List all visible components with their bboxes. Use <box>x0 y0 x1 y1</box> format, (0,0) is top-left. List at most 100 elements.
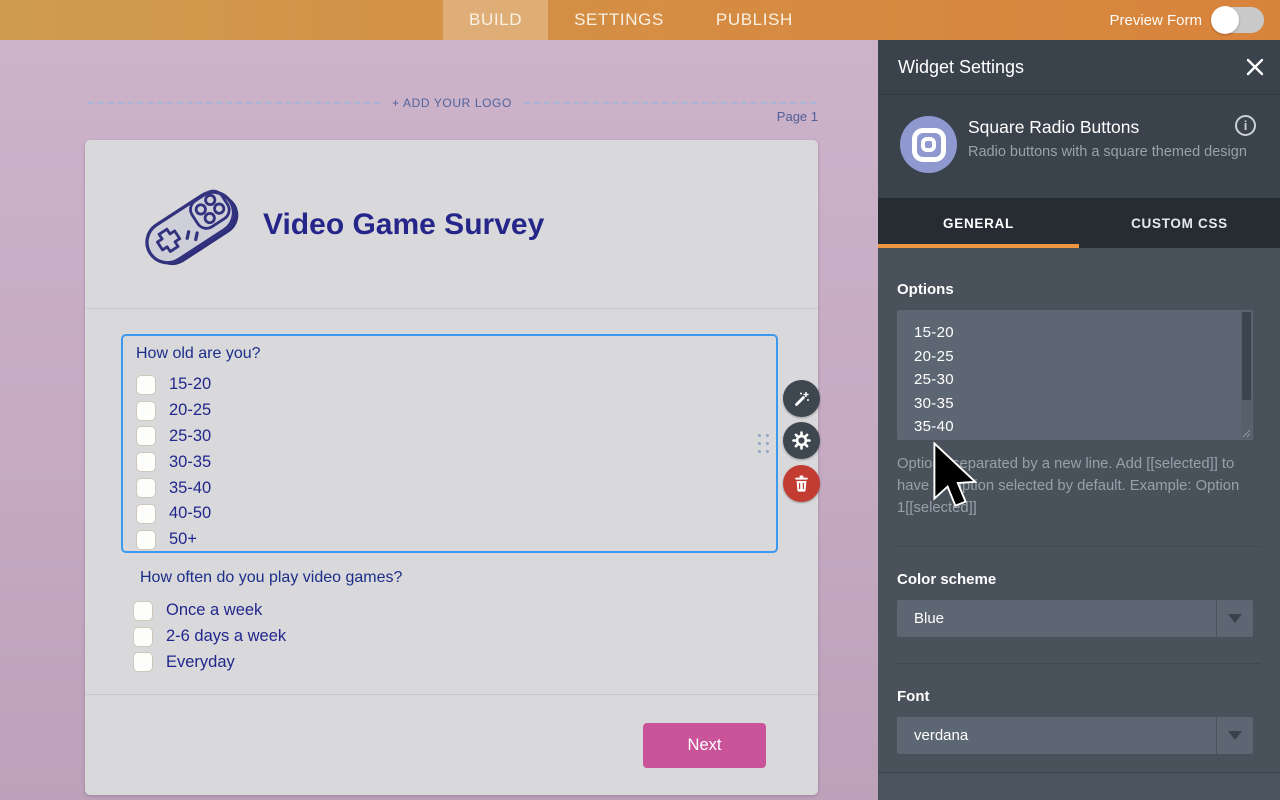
widget-settings-panel: Widget Settings Square Radio Buttons Rad… <box>878 40 1280 800</box>
add-logo-row: + ADD YOUR LOGO <box>88 96 816 110</box>
next-button[interactable]: Next <box>643 723 766 768</box>
checkbox[interactable] <box>136 478 156 498</box>
tab-custom-css[interactable]: CUSTOM CSS <box>1079 198 1280 248</box>
option-row: 30-35 <box>136 449 776 475</box>
option-line: 20-25 <box>914 345 1253 369</box>
widget-info-section: Square Radio Buttons Radio buttons with … <box>878 95 1280 198</box>
preview-form-control: Preview Form <box>1109 0 1264 40</box>
color-scheme-select[interactable]: Blue <box>897 600 1253 637</box>
resize-grip-icon[interactable] <box>1241 428 1251 438</box>
delete-question-button[interactable] <box>783 465 820 502</box>
checkbox[interactable] <box>133 601 153 621</box>
checkbox[interactable] <box>136 426 156 446</box>
option-label: Once a week <box>166 601 262 620</box>
option-label: Everyday <box>166 653 235 672</box>
color-scheme-label: Color scheme <box>897 571 1261 588</box>
options-label: Options <box>897 281 1261 298</box>
options-section: Options 15-20 20-25 25-30 30-35 35-40 Op… <box>897 248 1261 547</box>
panel-bottom-strip <box>878 772 1280 800</box>
color-scheme-section: Color scheme Blue <box>897 547 1261 664</box>
checkbox[interactable] <box>136 375 156 395</box>
info-icon[interactable]: i <box>1235 115 1256 136</box>
form-body-section: How old are you? 15-20 20-25 25-30 <box>85 308 818 694</box>
option-label: 30-35 <box>169 453 211 472</box>
close-icon[interactable] <box>1244 56 1266 78</box>
option-row: 50+ <box>136 527 776 553</box>
option-row: Once a week <box>133 598 402 624</box>
top-tabs: BUILD SETTINGS PUBLISH <box>443 0 819 40</box>
option-label: 2-6 days a week <box>166 627 286 646</box>
panel-header: Widget Settings <box>878 40 1280 95</box>
tab-settings[interactable]: SETTINGS <box>548 0 690 40</box>
drag-handle[interactable] <box>758 434 771 455</box>
option-label: 20-25 <box>169 401 211 420</box>
option-label: 35-40 <box>169 479 211 498</box>
font-label: Font <box>897 688 1261 705</box>
option-list: 15-20 20-25 25-30 30-35 <box>136 372 776 553</box>
panel-title: Widget Settings <box>898 57 1024 78</box>
question-frequency[interactable]: How often do you play video games? Once … <box>133 569 402 675</box>
option-row: 2-6 days a week <box>133 624 402 650</box>
add-logo-button[interactable]: + ADD YOUR LOGO <box>380 96 524 110</box>
form-canvas: + ADD YOUR LOGO Page 1 <box>0 40 878 800</box>
option-row: 15-20 <box>136 372 776 398</box>
active-tab-underline <box>878 244 1079 248</box>
question-label: How often do you play video games? <box>140 569 402 587</box>
option-line: 25-30 <box>914 368 1253 392</box>
magic-wand-icon <box>793 390 811 408</box>
option-line: 15-20 <box>914 321 1253 345</box>
option-label: 50+ <box>169 530 197 549</box>
font-value: verdana <box>914 727 968 744</box>
option-label: 40-50 <box>169 504 211 523</box>
preview-form-label: Preview Form <box>1109 12 1202 29</box>
checkbox[interactable] <box>136 401 156 421</box>
form-preview-card: Video Game Survey How old are you? 15-20… <box>85 140 818 795</box>
option-row: 35-40 <box>136 475 776 501</box>
question-age-selected[interactable]: How old are you? 15-20 20-25 25-30 <box>121 334 778 553</box>
form-title: Video Game Survey <box>263 208 544 242</box>
option-line: 30-35 <box>914 392 1253 416</box>
checkbox[interactable] <box>133 627 153 647</box>
checkbox[interactable] <box>136 530 156 550</box>
options-help-text: Options separated by a new line. Add [[s… <box>897 453 1257 519</box>
dropdown-arrow-box <box>1216 717 1253 754</box>
tab-publish[interactable]: PUBLISH <box>690 0 819 40</box>
form-header-section[interactable]: Video Game Survey <box>85 140 818 308</box>
game-controller-icon <box>135 178 247 274</box>
scrollbar-track[interactable] <box>1241 311 1252 439</box>
settings-gear-button[interactable] <box>783 422 820 459</box>
option-line: 35-40 <box>914 415 1253 439</box>
square-radio-widget-icon <box>900 116 957 173</box>
option-row: 20-25 <box>136 398 776 424</box>
options-textarea[interactable]: 15-20 20-25 25-30 30-35 35-40 <box>897 310 1253 440</box>
option-label: 25-30 <box>169 427 211 446</box>
dashed-divider <box>524 102 816 104</box>
scrollbar-thumb[interactable] <box>1242 312 1251 400</box>
panel-tab-bar: GENERAL CUSTOM CSS <box>878 198 1280 248</box>
checkbox[interactable] <box>136 452 156 472</box>
dropdown-arrow-box <box>1216 600 1253 637</box>
page-indicator: Page 1 <box>777 109 818 124</box>
font-section: Font verdana <box>897 664 1261 775</box>
font-select[interactable]: verdana <box>897 717 1253 754</box>
checkbox[interactable] <box>136 504 156 524</box>
gear-icon <box>792 431 811 450</box>
top-navigation-bar: BUILD SETTINGS PUBLISH Preview Form <box>0 0 1280 40</box>
checkbox[interactable] <box>133 652 153 672</box>
form-footer-section: Next <box>85 694 818 794</box>
color-scheme-value: Blue <box>914 610 944 627</box>
dashed-divider <box>88 102 380 104</box>
tab-general[interactable]: GENERAL <box>878 198 1079 248</box>
wand-properties-button[interactable] <box>783 380 820 417</box>
chevron-down-icon <box>1228 731 1242 740</box>
option-row: Everyday <box>133 650 402 676</box>
question-label: How old are you? <box>136 345 776 363</box>
preview-form-toggle[interactable] <box>1212 7 1264 33</box>
trash-icon <box>794 475 809 492</box>
option-row: 25-30 <box>136 424 776 450</box>
option-row: 40-50 <box>136 501 776 527</box>
option-label: 15-20 <box>169 375 211 394</box>
panel-content: Options 15-20 20-25 25-30 30-35 35-40 Op… <box>878 248 1280 775</box>
tab-build[interactable]: BUILD <box>443 0 548 40</box>
widget-name: Square Radio Buttons <box>968 117 1139 138</box>
